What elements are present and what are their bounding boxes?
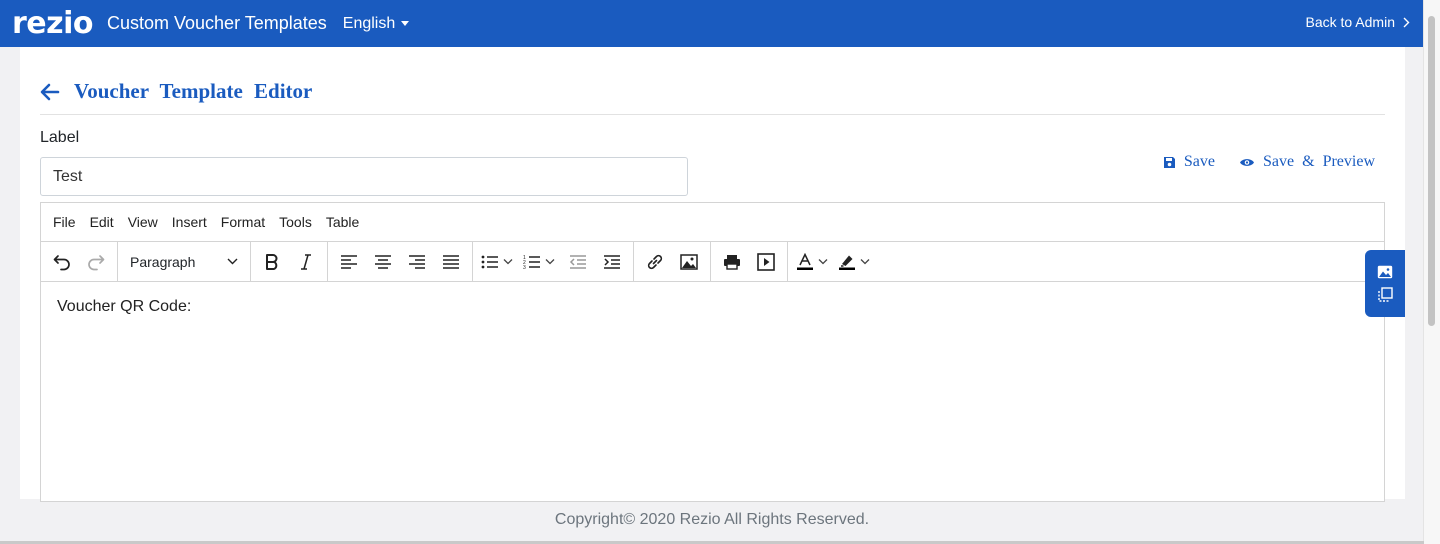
redo-icon <box>88 254 105 270</box>
editor-content[interactable]: Voucher QR Code: <box>41 282 1384 332</box>
chevron-right-icon <box>1403 17 1410 27</box>
printer-icon <box>724 254 740 270</box>
link-button[interactable] <box>638 246 672 278</box>
print-media-group <box>711 242 788 281</box>
menu-view[interactable]: View <box>128 214 158 230</box>
menu-table[interactable]: Table <box>326 214 359 230</box>
indent-icon <box>604 254 620 269</box>
copy-icon[interactable] <box>1377 286 1393 303</box>
highlight-color-button[interactable] <box>834 246 876 278</box>
undo-button[interactable] <box>45 246 79 278</box>
list-group: 123 <box>473 242 634 281</box>
italic-button[interactable] <box>289 246 323 278</box>
content-paragraph: Voucher QR Code: <box>57 298 192 315</box>
editor-toolbar: Paragraph 1 2 3 <box>41 242 1384 282</box>
numbered-list-button[interactable]: 123 <box>519 246 561 278</box>
save-and-preview-button[interactable]: Save & Preview <box>1239 153 1375 171</box>
page-scrollbar[interactable] <box>1423 0 1440 544</box>
rezio-logo[interactable]: rezio <box>12 8 94 39</box>
align-center-button[interactable] <box>366 246 400 278</box>
block-format-select[interactable]: Paragraph <box>122 246 246 278</box>
divider <box>40 114 1385 115</box>
bullet-list-icon <box>481 255 498 268</box>
rich-text-editor: File Edit View Insert Format Tools Table… <box>40 202 1385 502</box>
align-right-button[interactable] <box>400 246 434 278</box>
media-icon <box>757 252 775 271</box>
link-icon <box>647 254 663 269</box>
chevron-down-icon <box>545 258 555 264</box>
menu-tools[interactable]: Tools <box>279 214 312 230</box>
indent-button[interactable] <box>595 246 629 278</box>
image-icon <box>680 253 698 270</box>
format-group: Paragraph <box>118 242 251 281</box>
app-title: Custom Voucher Templates <box>107 13 327 33</box>
align-left-button[interactable] <box>332 246 366 278</box>
image-gallery-icon[interactable] <box>1377 265 1393 279</box>
justify-icon <box>443 254 459 269</box>
caret-down-icon <box>401 21 410 26</box>
menu-file[interactable]: File <box>53 214 76 230</box>
align-right-icon <box>409 254 425 269</box>
top-navbar: rezio Custom Voucher Templates English B… <box>0 0 1424 47</box>
page-title: Voucher Template Editor <box>74 79 313 103</box>
arrow-left-icon[interactable] <box>40 83 60 101</box>
action-buttons: Save Save & Preview <box>1163 153 1375 171</box>
chevron-down-icon <box>818 258 828 264</box>
color-group <box>788 242 880 281</box>
outdent-icon <box>569 254 586 269</box>
page-heading: Voucher Template Editor <box>40 79 312 104</box>
numbered-list-icon: 123 <box>523 255 540 270</box>
text-color-icon <box>797 252 813 270</box>
footer-copyright: Copyright© 2020 Rezio All Rights Reserve… <box>554 511 870 528</box>
outdent-button[interactable] <box>561 246 595 278</box>
chevron-down-icon <box>503 258 513 264</box>
align-group <box>328 242 473 281</box>
chevron-down-icon <box>860 258 870 264</box>
chevron-down-icon <box>227 258 238 265</box>
insert-group <box>634 242 711 281</box>
eye-icon <box>1240 158 1255 166</box>
menu-insert[interactable]: Insert <box>172 214 207 230</box>
text-color-button[interactable] <box>792 246 834 278</box>
save-and-preview-label: Save & Preview <box>1263 153 1375 170</box>
bold-button[interactable] <box>255 246 289 278</box>
floating-side-widget <box>1365 250 1405 317</box>
print-button[interactable] <box>715 246 749 278</box>
align-left-icon <box>341 254 357 269</box>
align-center-icon <box>375 254 391 269</box>
redo-button[interactable] <box>79 246 113 278</box>
scrollbar-thumb[interactable] <box>1428 16 1435 326</box>
media-button[interactable] <box>749 246 783 278</box>
editor-menubar: File Edit View Insert Format Tools Table <box>41 203 1384 242</box>
justify-button[interactable] <box>434 246 468 278</box>
bold-icon <box>266 253 278 270</box>
save-label: Save <box>1183 153 1216 170</box>
style-group <box>251 242 328 281</box>
highlighter-icon <box>839 255 855 270</box>
label-caption: Label <box>40 129 80 146</box>
bullet-list-button[interactable] <box>477 246 519 278</box>
history-group <box>41 242 118 281</box>
block-format-value: Paragraph <box>130 253 196 270</box>
menu-format[interactable]: Format <box>221 214 265 230</box>
undo-icon <box>53 254 70 270</box>
label-input[interactable] <box>40 157 688 196</box>
back-to-admin-link[interactable]: Back to Admin <box>1306 14 1411 30</box>
language-label: English <box>342 14 396 32</box>
editor-card: Voucher Template Editor Label Save Save … <box>20 47 1405 502</box>
svg-text:3: 3 <box>523 265 526 270</box>
back-to-admin-label: Back to Admin <box>1305 14 1396 30</box>
menu-edit[interactable]: Edit <box>90 214 114 230</box>
image-button[interactable] <box>672 246 706 278</box>
language-dropdown[interactable]: English <box>342 14 410 33</box>
save-button[interactable]: Save <box>1163 153 1215 171</box>
floppy-disk-icon <box>1163 156 1175 168</box>
italic-icon <box>301 253 311 270</box>
